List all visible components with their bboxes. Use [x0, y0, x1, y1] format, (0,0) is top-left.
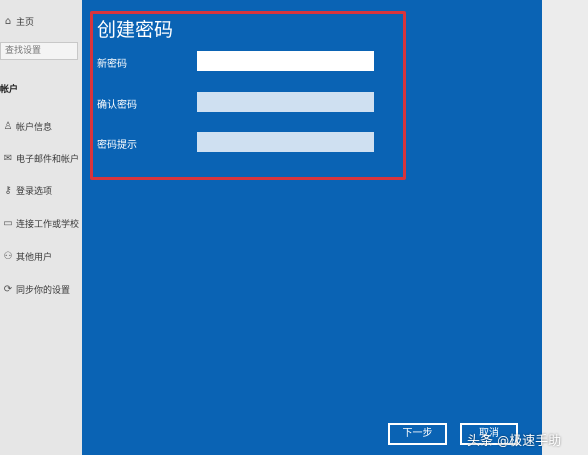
create-password-dialog: 创建密码 新密码 确认密码 密码提示 下一步 取消: [82, 0, 542, 455]
key-icon: ⚷: [4, 184, 12, 196]
search-placeholder: 查找设置: [5, 46, 42, 56]
sidebar-item-work-school[interactable]: ▭ 连接工作或学校: [0, 214, 82, 232]
sidebar-item-signin-options[interactable]: ⚷ 登录选项: [0, 181, 82, 199]
people-icon: ⚇: [3, 250, 13, 262]
confirm-password-label: 确认密码: [97, 100, 137, 111]
new-password-input[interactable]: [197, 51, 374, 71]
briefcase-icon: ▭: [3, 217, 13, 229]
sidebar-item-home[interactable]: ⌂ 主页: [0, 12, 82, 30]
sidebar-home-label: 主页: [16, 17, 35, 28]
password-hint-label: 密码提示: [97, 140, 137, 151]
sidebar-item-account-info[interactable]: ♙ 帐户信息: [0, 117, 82, 135]
settings-sidebar: ⌂ 主页 查找设置 帐户 ♙ 帐户信息 ✉ 电子邮件和帐户 ⚷ 登录选项 ▭ 连…: [0, 0, 82, 455]
sidebar-item-email[interactable]: ✉ 电子邮件和帐户: [0, 149, 82, 167]
watermark-author: 极速手助: [509, 434, 562, 449]
next-button[interactable]: 下一步: [388, 423, 447, 445]
dialog-title: 创建密码: [97, 19, 174, 41]
settings-search-input[interactable]: 查找设置: [0, 42, 78, 60]
sidebar-item-other-users[interactable]: ⚇ 其他用户: [0, 247, 82, 265]
new-password-label: 新密码: [97, 59, 127, 70]
home-icon: ⌂: [4, 15, 12, 27]
password-hint-input[interactable]: [197, 132, 374, 152]
sync-icon: ⟳: [3, 283, 13, 295]
watermark-at: @: [497, 434, 510, 448]
sidebar-item-sync[interactable]: ⟳ 同步你的设置: [0, 280, 82, 298]
sidebar-item-label: 帐户信息: [16, 122, 53, 133]
watermark: 头条 @极速手助: [467, 430, 561, 449]
sidebar-item-label: 登录选项: [16, 186, 53, 197]
section-title: 帐户: [0, 85, 19, 95]
person-icon: ♙: [3, 120, 13, 132]
confirm-password-input[interactable]: [197, 92, 374, 112]
sidebar-item-label: 其他用户: [16, 252, 53, 263]
sidebar-item-label: 连接工作或学校: [16, 219, 80, 230]
background-strip: [542, 0, 588, 455]
sidebar-item-label: 电子邮件和帐户: [16, 154, 80, 165]
sidebar-item-label: 同步你的设置: [16, 285, 71, 296]
watermark-source: 头条: [467, 434, 494, 449]
mail-icon: ✉: [3, 152, 13, 164]
